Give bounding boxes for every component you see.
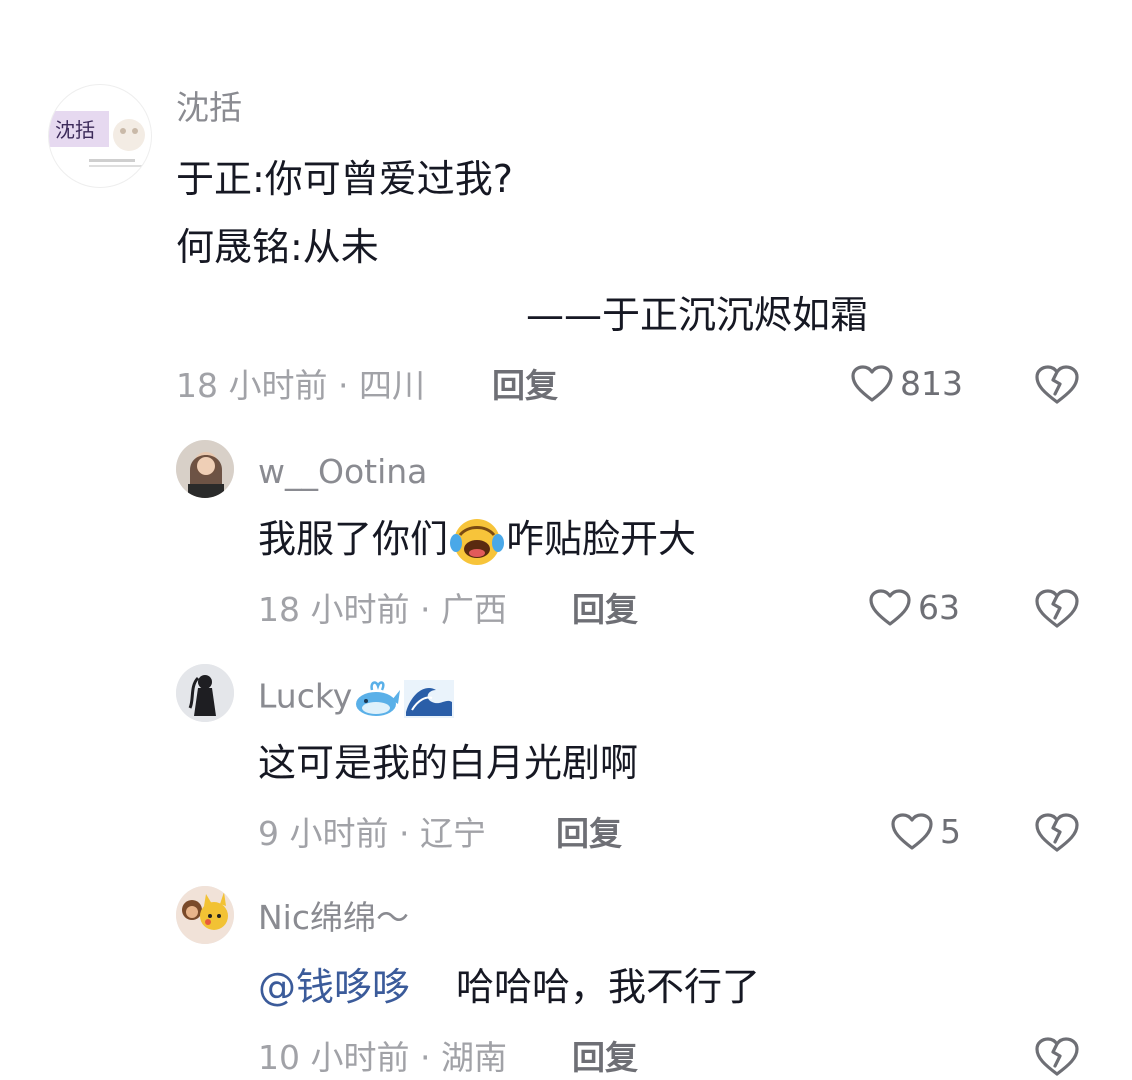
avatar-image	[176, 886, 234, 944]
comment-text: @钱哆哆 哈哈哈，我不行了	[258, 964, 760, 1010]
time-location: 18 小时前 · 广西	[258, 590, 507, 629]
like-button[interactable]: 5	[890, 812, 961, 852]
avatar[interactable]: 沈括	[48, 84, 152, 188]
mention-link[interactable]: @钱哆哆	[258, 965, 410, 1009]
like-count: 5	[940, 812, 961, 851]
comment-text: 何晟铭:从未	[176, 225, 379, 269]
reply-button[interactable]: 回复	[556, 814, 622, 854]
broken-heart-icon[interactable]	[1034, 588, 1080, 630]
heart-outline-icon	[891, 813, 933, 850]
comment-text: 于正:你可曾爱过我?	[176, 157, 513, 201]
broken-heart-icon[interactable]	[1034, 812, 1080, 854]
comment-text: 我服了你们 咋贴脸开大	[258, 516, 696, 567]
avatar-text: 沈括	[55, 118, 95, 142]
avatar-image	[176, 664, 234, 722]
broken-heart-icon[interactable]	[1034, 1036, 1080, 1078]
avatar[interactable]	[176, 886, 234, 944]
like-button[interactable]: 63	[868, 588, 960, 628]
avatar[interactable]	[176, 664, 234, 722]
heart-outline-icon	[851, 365, 893, 402]
comment-text-part: 我服了你们	[258, 517, 449, 561]
time-location: 18 小时前 · 四川	[176, 366, 425, 405]
avatar-image	[176, 440, 234, 498]
rolling-laughing-emoji	[450, 518, 505, 565]
reply-button[interactable]: 回复	[492, 366, 558, 406]
heart-outline-icon	[869, 589, 911, 626]
time-location: 10 小时前 · 湖南	[258, 1038, 507, 1077]
like-button[interactable]: 813	[850, 364, 963, 404]
username-text: Lucky	[258, 676, 353, 716]
username[interactable]: w__Ootina	[258, 452, 427, 492]
reply-button[interactable]: 回复	[572, 590, 638, 630]
comment-text: 这可是我的白月光剧啊	[258, 741, 639, 785]
wave-emoji	[404, 680, 455, 718]
reply-button[interactable]: 回复	[572, 1038, 638, 1078]
avatar[interactable]	[176, 440, 234, 498]
username[interactable]: Nic绵绵～	[258, 898, 409, 938]
like-count: 813	[900, 364, 963, 403]
username[interactable]: Lucky	[258, 676, 456, 720]
comment-text-part: 哈哈哈，我不行了	[456, 965, 761, 1009]
username[interactable]: 沈括	[176, 88, 242, 128]
time-location: 9 小时前 · 辽宁	[258, 814, 486, 853]
comment-text-part: 咋贴脸开大	[506, 517, 697, 561]
comment-text: ——于正沉沉烬如霜	[526, 293, 869, 337]
avatar-image: 沈括	[49, 111, 145, 167]
broken-heart-icon[interactable]	[1034, 364, 1080, 406]
comment-list: 沈括 沈括 于正:你可曾爱过我? 何晟铭:从未 ——于正沉沉烬如霜 18 小时前…	[0, 0, 1132, 1080]
like-count: 63	[918, 588, 960, 627]
whale-emoji	[356, 681, 401, 716]
